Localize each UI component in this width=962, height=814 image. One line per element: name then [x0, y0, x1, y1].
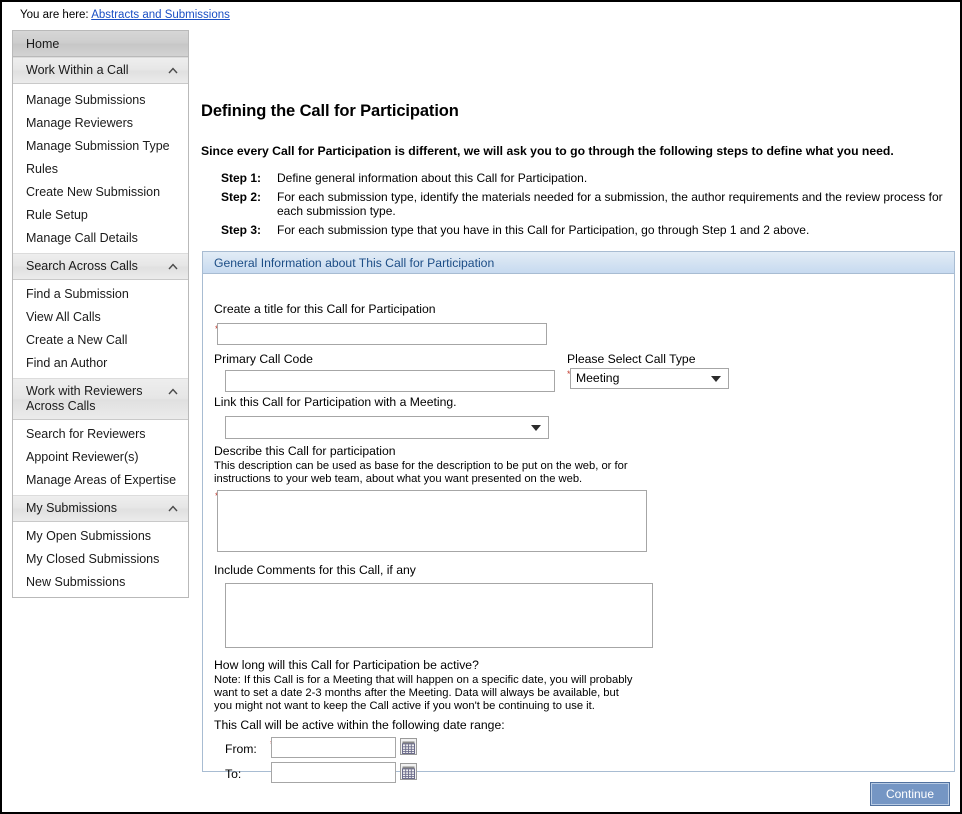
- link-meeting-label: Link this Call for Participation with a …: [214, 395, 457, 409]
- chevron-up-icon: [168, 388, 178, 395]
- sidebar-group-work-with-reviewers-across-calls[interactable]: Work with Reviewers Across Calls: [13, 378, 188, 420]
- call-type-selected-value: Meeting: [576, 371, 620, 385]
- link-meeting-select[interactable]: [225, 416, 549, 439]
- sidebar-item-manage-areas-of-expertise[interactable]: Manage Areas of Expertise: [13, 469, 188, 492]
- sidebar-item-appoint-reviewers[interactable]: Appoint Reviewer(s): [13, 446, 188, 469]
- step-row: Step 1: Define general information about…: [221, 171, 957, 185]
- describe-help-line1: This description can be used as base for…: [214, 460, 628, 472]
- title-field-label: Create a title for this Call for Partici…: [214, 302, 436, 316]
- date-from-label: From:: [225, 742, 257, 756]
- general-information-panel: General Information about This Call for …: [202, 251, 955, 783]
- breadcrumb-label: You are here:: [20, 9, 89, 21]
- title-input[interactable]: [217, 323, 547, 345]
- panel-body: Create a title for this Call for Partici…: [203, 274, 954, 783]
- calendar-icon: [401, 766, 416, 779]
- sidebar-group-my-submissions[interactable]: My Submissions: [13, 495, 188, 522]
- date-to-input[interactable]: [271, 762, 396, 783]
- date-to-label: To:: [225, 767, 242, 781]
- sidebar-list-search-across-calls: Find a Submission View All Calls Create …: [13, 280, 188, 378]
- breadcrumb: You are here: Abstracts and Submissions: [20, 9, 230, 21]
- sidebar-group-label: Work with Reviewers: [26, 384, 143, 398]
- chevron-down-icon: [531, 425, 541, 431]
- sidebar-item-view-all-calls[interactable]: View All Calls: [13, 306, 188, 329]
- sidebar-list-my-submissions: My Open Submissions My Closed Submission…: [13, 522, 188, 597]
- panel-header: General Information about This Call for …: [203, 252, 954, 274]
- page-frame: You are here: Abstracts and Submissions …: [0, 0, 962, 814]
- sidebar-group-label: Search Across Calls: [26, 259, 138, 273]
- sidebar-item-rule-setup[interactable]: Rule Setup: [13, 204, 188, 227]
- primary-call-code-input[interactable]: [225, 370, 555, 392]
- intro-text: Since every Call for Participation is di…: [201, 144, 894, 158]
- continue-button[interactable]: Continue: [870, 782, 950, 806]
- breadcrumb-link-abstracts-and-submissions[interactable]: Abstracts and Submissions: [91, 9, 230, 21]
- describe-help-line2: instructions to your web team, about wha…: [214, 473, 583, 485]
- sidebar-list-work-within-a-call: Manage Submissions Manage Reviewers Mana…: [13, 84, 188, 253]
- call-type-label: Please Select Call Type: [567, 352, 696, 366]
- chevron-up-icon: [168, 505, 178, 512]
- call-type-select[interactable]: Meeting: [570, 368, 729, 389]
- sidebar-item-my-closed-submissions[interactable]: My Closed Submissions: [13, 548, 188, 571]
- sidebar-item-manage-submissions[interactable]: Manage Submissions: [13, 89, 188, 112]
- step-label: Step 1:: [221, 171, 262, 185]
- step-label: Step 2:: [221, 190, 262, 204]
- step-text: For each submission type, identify the m…: [277, 190, 943, 218]
- chevron-up-icon: [168, 67, 178, 74]
- calendar-icon: [401, 741, 416, 754]
- sidebar: Home Work Within a Call Manage Submissio…: [12, 30, 189, 598]
- sidebar-item-search-for-reviewers[interactable]: Search for Reviewers: [13, 423, 188, 446]
- sidebar-item-create-a-new-call[interactable]: Create a New Call: [13, 329, 188, 352]
- describe-label: Describe this Call for participation: [214, 444, 396, 458]
- describe-textarea[interactable]: [217, 490, 647, 552]
- sidebar-item-new-submissions[interactable]: New Submissions: [13, 571, 188, 594]
- main-content: Defining the Call for Participation Sinc…: [201, 102, 957, 242]
- sidebar-item-rules[interactable]: Rules: [13, 158, 188, 181]
- sidebar-item-home[interactable]: Home: [13, 31, 188, 57]
- primary-call-code-label: Primary Call Code: [214, 352, 313, 366]
- step-text: Define general information about this Ca…: [277, 171, 588, 185]
- chevron-up-icon: [168, 263, 178, 270]
- sidebar-group-search-across-calls[interactable]: Search Across Calls: [13, 253, 188, 280]
- step-text: For each submission type that you have i…: [277, 223, 810, 237]
- step-label: Step 3:: [221, 223, 262, 237]
- duration-note-line2: want to set a date 2-3 months after the …: [214, 687, 619, 699]
- step-row: Step 3: For each submission type that yo…: [221, 223, 957, 237]
- date-from-calendar-button[interactable]: [400, 738, 417, 755]
- date-from-input[interactable]: [271, 737, 396, 758]
- date-range-label: This Call will be active within the foll…: [214, 718, 505, 732]
- comments-label: Include Comments for this Call, if any: [214, 563, 416, 577]
- sidebar-item-manage-reviewers[interactable]: Manage Reviewers: [13, 112, 188, 135]
- date-to-calendar-button[interactable]: [400, 763, 417, 780]
- step-row: Step 2: For each submission type, identi…: [221, 190, 957, 218]
- duration-note-line1: Note: If this Call is for a Meeting that…: [214, 674, 633, 686]
- comments-textarea[interactable]: [225, 583, 653, 648]
- steps-list: Step 1: Define general information about…: [221, 171, 957, 237]
- sidebar-item-manage-call-details[interactable]: Manage Call Details: [13, 227, 188, 250]
- duration-label: How long will this Call for Participatio…: [214, 658, 479, 672]
- sidebar-group-label: Work Within a Call: [26, 63, 129, 77]
- sidebar-item-my-open-submissions[interactable]: My Open Submissions: [13, 525, 188, 548]
- sidebar-group-label-line2: Across Calls: [26, 399, 96, 413]
- sidebar-item-create-new-submission[interactable]: Create New Submission: [13, 181, 188, 204]
- sidebar-item-manage-submission-type[interactable]: Manage Submission Type: [13, 135, 188, 158]
- sidebar-group-label: My Submissions: [26, 501, 117, 515]
- sidebar-item-find-an-author[interactable]: Find an Author: [13, 352, 188, 375]
- chevron-down-icon: [711, 376, 721, 382]
- page-title: Defining the Call for Participation: [201, 102, 459, 120]
- sidebar-list-work-with-reviewers: Search for Reviewers Appoint Reviewer(s)…: [13, 420, 188, 495]
- sidebar-group-work-within-a-call[interactable]: Work Within a Call: [13, 57, 188, 84]
- sidebar-item-find-a-submission[interactable]: Find a Submission: [13, 283, 188, 306]
- duration-note-line3: you might not want to keep the Call acti…: [214, 700, 595, 712]
